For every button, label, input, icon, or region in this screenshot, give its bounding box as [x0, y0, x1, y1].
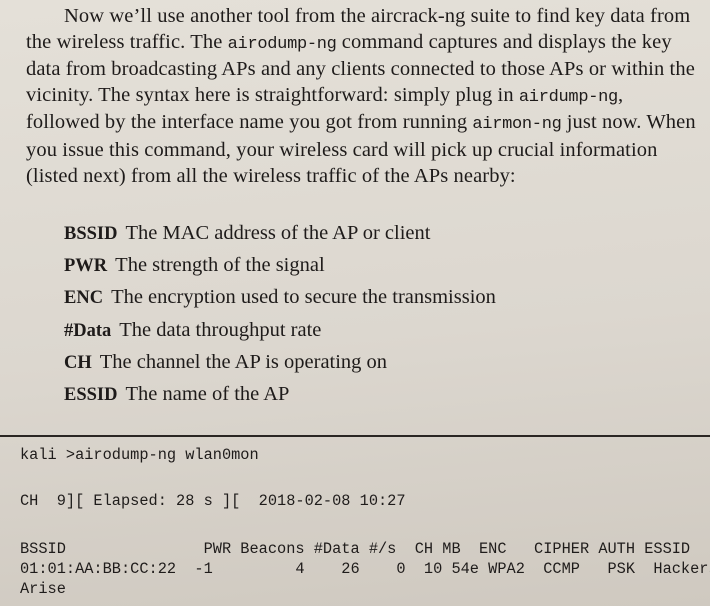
definition-item: PWR The strength of the signal: [64, 251, 684, 283]
definition-list: BSSID The MAC address of the AP or client…: [64, 219, 684, 412]
book-page: Now we’ll use another tool from the airc…: [0, 0, 710, 606]
definition-description: The name of the AP: [125, 382, 290, 405]
definition-item: #Data The data throughput rate: [64, 316, 684, 348]
inline-code-airdump: airdump-ng: [518, 87, 618, 107]
definition-item: ENC The encryption used to secure the tra…: [64, 283, 684, 315]
intro-paragraph: Now we’ll use another tool from the airc…: [26, 4, 702, 189]
inline-code-airodump: airodump-ng: [227, 34, 337, 54]
definition-item: BSSID The MAC address of the AP or client: [64, 219, 684, 251]
definition-description: The data throughput rate: [119, 318, 322, 341]
definition-term: ESSID: [64, 384, 118, 405]
definition-term: PWR: [64, 256, 108, 277]
inline-code-airmon: airmon-ng: [472, 115, 562, 135]
definition-term: CH: [64, 352, 92, 373]
definition-term: ENC: [64, 288, 104, 309]
terminal-table-row-wrap: Arise: [20, 580, 66, 598]
definition-term: #Data: [64, 320, 112, 341]
definition-term: BSSID: [64, 224, 118, 244]
definition-description: The strength of the signal: [115, 254, 325, 277]
definition-description: The channel the AP is operating on: [99, 350, 388, 373]
definition-item: CH The channel the AP is operating on: [64, 348, 684, 380]
definition-description: The MAC address of the AP or client: [125, 222, 431, 244]
terminal-command: kali >airodump-ng wlan0mon: [20, 446, 259, 464]
definition-description: The encryption used to secure the transm…: [111, 286, 496, 309]
terminal-table-row: 01:01:AA:BB:CC:22 -1 4 26 0 10 54e WPA2 …: [20, 560, 710, 578]
definition-item: ESSID The name of the AP: [64, 380, 684, 412]
section-divider: [0, 435, 710, 437]
terminal-status-line: CH 9][ Elapsed: 28 s ][ 2018-02-08 10:27: [20, 492, 406, 510]
terminal-table-header: BSSID PWR Beacons #Data #/s CH MB ENC CI…: [20, 540, 691, 558]
